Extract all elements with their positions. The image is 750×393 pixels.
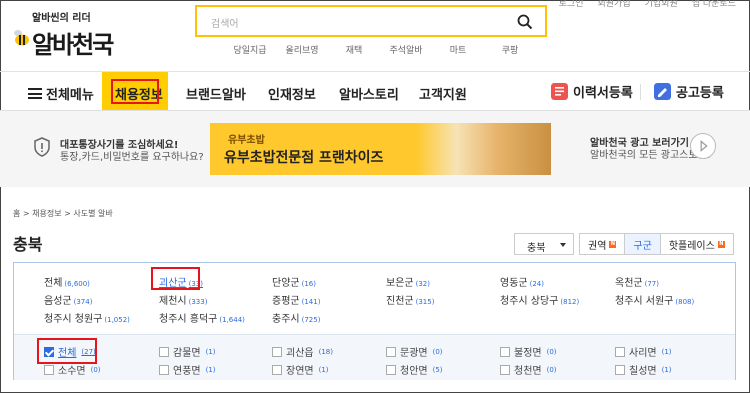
region-item[interactable]: 전체 (6,600) — [44, 274, 90, 289]
checkbox-icon[interactable] — [500, 364, 510, 375]
quick-links: 당일지급 올리브영 재택 주석알바 마트 쿠팡 — [224, 43, 536, 56]
quick-link[interactable]: 올리브영 — [276, 43, 328, 56]
checkbox-icon[interactable] — [272, 346, 282, 357]
search-box[interactable]: 검색어 — [195, 5, 547, 37]
region-select-value: 충북 — [527, 243, 546, 254]
subregion-item[interactable]: 청안면 (5) — [386, 362, 443, 377]
annotation-box — [37, 338, 97, 364]
util-link[interactable]: 로그인 — [559, 0, 584, 9]
play-icon[interactable] — [690, 133, 716, 159]
region-item[interactable]: 영동군 (24) — [500, 274, 544, 289]
checkbox-icon[interactable] — [159, 364, 169, 375]
annotation-box — [151, 267, 200, 290]
main-nav: 전체메뉴 채용정보 브랜드알바 인재정보 알바스토리 고객지원 이력서등록 공고… — [0, 72, 750, 111]
subregion-item[interactable]: 문광면 (0) — [386, 344, 443, 359]
search-icon[interactable] — [517, 14, 533, 30]
tab-hotplace[interactable]: 핫플레이스 N — [659, 233, 734, 255]
region-item[interactable]: 충주시 (725) — [272, 310, 320, 325]
resume-register-label: 이력서등록 — [573, 86, 633, 101]
checkbox-icon[interactable] — [159, 346, 169, 357]
cta-divider — [640, 84, 641, 100]
subregion-item[interactable]: 소수면 (0) — [44, 362, 101, 377]
subregion-item[interactable]: 연풍면 (1) — [159, 362, 216, 377]
checkbox-icon[interactable] — [44, 364, 54, 375]
tab-label: 권역 — [588, 240, 607, 252]
warning-text: 통장,카드,비밀번호를 요구하나요? — [60, 152, 204, 163]
shield-icon — [34, 137, 50, 157]
region-select[interactable]: 충북 — [514, 233, 574, 255]
checkbox-icon[interactable] — [615, 346, 625, 357]
util-link[interactable]: 앱 다운로드 — [692, 0, 736, 9]
quick-link[interactable]: 쿠팡 — [484, 43, 536, 56]
region-item[interactable]: 청주시 상당구 (812) — [500, 292, 579, 307]
subregion-item[interactable]: 불정면 (0) — [500, 344, 557, 359]
quick-link[interactable]: 마트 — [432, 43, 484, 56]
region-item[interactable]: 청주시 흥덕구 (1,644) — [159, 310, 245, 325]
tab-district[interactable]: 구군 — [624, 233, 661, 255]
ad-title: 유부초밥전문점 프랜차이즈 — [224, 150, 384, 166]
util-link[interactable]: 기업회원 — [645, 0, 678, 9]
region-item[interactable]: 증평군 (141) — [272, 292, 320, 307]
job-post-label: 공고등록 — [676, 86, 724, 101]
region-item[interactable]: 진천군 (315) — [386, 292, 434, 307]
checkbox-icon[interactable] — [386, 364, 396, 375]
ad-food-image — [416, 123, 551, 175]
ad-banner[interactable]: 유부초밥 유부초밥전문점 프랜차이즈 — [210, 123, 551, 175]
nav-item-support[interactable]: 고객지원 — [419, 84, 467, 103]
region-item[interactable]: 청주시 서원구 (808) — [615, 292, 694, 307]
subregion-item[interactable]: 장연면 (1) — [272, 362, 329, 377]
page-title: 충북 — [13, 235, 43, 254]
region-list: 전체 (6,600) 괴산군 (33) 단양군 (16) 보은군 (32) 영동군 (24… — [14, 263, 735, 334]
subregion-item[interactable]: 청천면 (0) — [500, 362, 557, 377]
nav-item-story[interactable]: 알바스토리 — [339, 84, 399, 103]
nav-item-talent[interactable]: 인재정보 — [268, 84, 316, 103]
ad-brand: 유부초밥 — [228, 135, 265, 146]
breadcrumb: 홈 > 채용정보 > 사도별 알바 — [13, 209, 113, 218]
nav-item-brand[interactable]: 브랜드알바 — [186, 84, 246, 103]
region-item[interactable]: 보은군 (32) — [386, 274, 430, 289]
all-menu-label: 전체메뉴 — [46, 88, 94, 103]
region-item[interactable]: 옥천군 (77) — [615, 274, 659, 289]
checkbox-icon[interactable] — [386, 346, 396, 357]
job-post-button[interactable]: 공고등록 — [654, 82, 724, 101]
subregion-item[interactable]: 감물면 (1) — [159, 344, 216, 359]
subregion-item[interactable]: 칠성면 (1) — [615, 362, 672, 377]
search-input[interactable]: 검색어 — [211, 15, 239, 30]
annotation-box — [111, 79, 159, 104]
tab-label: 핫플레이스 — [668, 240, 715, 252]
new-badge: N — [717, 240, 725, 248]
quick-link[interactable]: 재택 — [328, 43, 380, 56]
util-link[interactable]: 회원가입 — [597, 0, 630, 9]
region-item[interactable]: 청주시 청원구 (1,052) — [44, 310, 130, 325]
util-links: 로그인 회원가입 기업회원 앱 다운로드 — [559, 0, 736, 9]
quick-link[interactable]: 주석알바 — [380, 43, 432, 56]
hamburger-icon — [28, 88, 42, 99]
all-menu-button[interactable]: 전체메뉴 — [28, 84, 94, 103]
subregion-item[interactable]: 사리면 (1) — [615, 344, 672, 359]
subregion-list: 전체 (27) 감물면 (1) 괴산읍 (18) 문광면 (0) 불정면 (0) 사리면(… — [14, 334, 735, 380]
post-icon — [654, 83, 671, 100]
quick-link[interactable]: 당일지급 — [224, 43, 276, 56]
region-panel: 전체 (6,600) 괴산군 (33) 단양군 (16) 보은군 (32) 영동군 (24… — [13, 262, 736, 380]
checkbox-icon[interactable] — [500, 346, 510, 357]
tab-label: 구군 — [633, 240, 652, 252]
region-item[interactable]: 제천시 (333) — [159, 292, 207, 307]
subregion-item[interactable]: 괴산읍 (18) — [272, 344, 333, 359]
tab-area[interactable]: 권역 N — [579, 233, 626, 255]
region-item[interactable]: 단양군 (16) — [272, 274, 316, 289]
checkbox-icon[interactable] — [615, 364, 625, 375]
bee-icon — [14, 30, 29, 46]
region-item[interactable]: 음성군 (374) — [44, 292, 92, 307]
chevron-down-icon — [560, 243, 566, 247]
logo-name: 알바천국 — [32, 31, 114, 59]
checkbox-icon[interactable] — [272, 364, 282, 375]
view-tabs: 권역 N 구군 핫플레이스 N — [579, 233, 734, 255]
resume-icon — [551, 83, 568, 100]
resume-register-button[interactable]: 이력서등록 — [551, 82, 633, 101]
logo-tagline: 알바씬의 리더 — [32, 13, 91, 24]
new-badge: N — [609, 240, 617, 248]
